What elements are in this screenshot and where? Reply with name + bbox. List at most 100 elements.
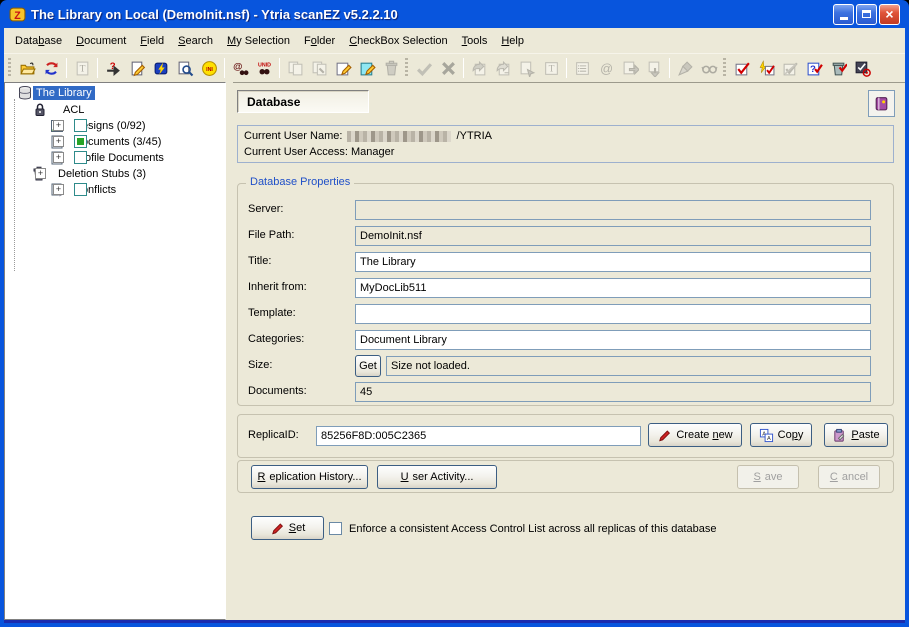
paste-button[interactable]: Paste [824,423,888,447]
formula-search-button[interactable]: @ [228,56,252,80]
navigation-tree: The Library ACL + Designs (0/92) + Docum… [4,82,226,620]
toolbar-separator [224,58,225,78]
field-list-button[interactable] [570,56,594,80]
tree-item-acl[interactable]: ACL [32,102,87,118]
tree-checkbox[interactable] [74,151,87,164]
menu-checkbox-selection[interactable]: CheckBox Selection [342,32,454,50]
minimize-button[interactable] [833,4,854,25]
question-arrow-icon: ? [105,60,122,77]
menu-tools[interactable]: Tools [455,32,495,50]
tree-item-conflicts[interactable]: + Conflicts [49,182,119,198]
copy-button[interactable]: AA Copy [750,423,812,447]
cancel-button[interactable]: Cancel [818,465,880,489]
database-properties-group: Database Properties Server: File Path: T… [237,183,894,406]
documents-input[interactable] [355,382,871,402]
panel-splitter[interactable] [226,82,233,620]
server-input[interactable] [355,200,871,220]
tree-item-the-library[interactable]: The Library [17,85,95,101]
database-lightning-button[interactable] [149,56,173,80]
compare-button[interactable] [697,56,721,80]
question-arrow-button[interactable]: ? [101,56,125,80]
replication-history-button[interactable]: Replication History... [251,465,368,489]
tree-item-label: ACL [60,103,87,117]
toolbar-grip[interactable] [723,58,726,78]
checkbox-lightning-button[interactable] [754,56,778,80]
tree-connector-line [14,99,15,271]
expand-icon[interactable]: + [53,152,64,163]
delete-document-button[interactable] [379,56,403,80]
tree-item-designs[interactable]: + Designs (0/92) [49,118,149,134]
copy-icon: AA [759,428,774,443]
create-new-button[interactable]: Create new [648,423,742,447]
toolbar-separator [279,58,280,78]
edit-document-icon [129,60,146,77]
tree-item-profile-documents[interactable]: + Profile Documents [49,150,167,166]
template-input[interactable] [355,304,871,324]
menu-document[interactable]: Document [69,32,133,50]
new-note-button[interactable] [331,56,355,80]
checkbox-uncheck-button[interactable] [778,56,802,80]
clean-button[interactable] [673,56,697,80]
menu-database[interactable]: Database [8,32,69,50]
tree-item-deletion-stubs[interactable]: + Deletion Stubs (3) [31,166,149,182]
user-activity-button[interactable]: User Activity... [377,465,497,489]
menu-field[interactable]: Field [133,32,171,50]
menu-folder[interactable]: Folder [297,32,342,50]
inherit-from-input[interactable] [355,278,871,298]
menu-search[interactable]: Search [171,32,220,50]
copy-document-button[interactable] [283,56,307,80]
create-response-all-button[interactable] [491,56,515,80]
database-properties-title: Database Properties [246,176,354,188]
tree-checkbox[interactable] [74,183,87,196]
import-document-button[interactable] [642,56,666,80]
checkbox-target-button[interactable] [850,56,874,80]
checkbox-question-button[interactable]: ? [802,56,826,80]
checkbox-delete-button[interactable] [826,56,850,80]
toolbar-separator [566,58,567,78]
ini-file-button[interactable]: INI [197,56,221,80]
checkbox-check-button[interactable] [730,56,754,80]
paste-document-button[interactable] [307,56,331,80]
expand-icon[interactable]: + [35,168,46,179]
enforce-acl-checkbox[interactable] [329,522,342,535]
set-acl-button[interactable]: Set [251,516,324,540]
refresh-button[interactable] [39,56,63,80]
open-database-button[interactable] [15,56,39,80]
field-row-inherit-from: Inherit from: [248,278,883,298]
tree-checkbox[interactable] [74,119,87,132]
send-document-button[interactable] [618,56,642,80]
cancel-button[interactable] [436,56,460,80]
tree-checkbox-checked[interactable] [74,135,87,148]
formula-button[interactable]: @ [594,56,618,80]
size-input[interactable] [386,356,871,376]
get-size-button[interactable]: Get [355,355,381,377]
categories-input[interactable] [355,330,871,350]
menu-help[interactable]: Help [494,32,531,50]
edit-document-button[interactable] [125,56,149,80]
title-input[interactable] [355,252,871,272]
text-properties-button[interactable]: T [539,56,563,80]
toolbar-grip[interactable] [8,58,11,78]
search-database-button[interactable] [173,56,197,80]
expand-icon[interactable]: + [53,136,64,147]
replica-id-input[interactable] [316,426,641,446]
tree-item-documents[interactable]: + Documents (3/45) [49,134,164,150]
actions-group: Replication History... User Activity... … [237,460,894,493]
expand-icon[interactable]: + [53,120,64,131]
create-response-button[interactable] [467,56,491,80]
save-button[interactable]: Save [737,465,799,489]
close-button[interactable]: × [879,4,900,25]
menu-my-selection[interactable]: My Selection [220,32,297,50]
title-button[interactable]: T [70,56,94,80]
export-note-button[interactable] [515,56,539,80]
expand-icon[interactable]: + [53,184,64,195]
unid-search-button[interactable]: UNID [252,56,276,80]
confirm-button[interactable] [412,56,436,80]
file-path-input[interactable] [355,226,871,246]
new-note-alt-button[interactable] [355,56,379,80]
unid-search-icon: UNID [256,60,273,77]
maximize-button[interactable] [856,4,877,25]
toolbar-grip[interactable] [405,58,408,78]
help-book-button[interactable] [868,90,895,117]
content-area: The Library ACL + Designs (0/92) + Docum… [4,82,905,620]
